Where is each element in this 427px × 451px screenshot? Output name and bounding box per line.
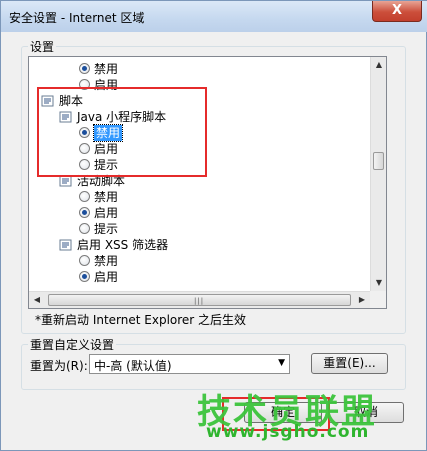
scroll-right-arrow-icon[interactable]: ▶ [354,292,370,308]
window-title: 安全设置 - Internet 区域 [9,11,145,25]
title-bar: 安全设置 - Internet 区域 [1,1,427,32]
radio-unchecked-icon[interactable] [79,255,90,266]
tree-item-label: 启用 [94,270,119,284]
tree-item-label: 提示 [94,222,119,236]
grip-icon: ||| [194,297,205,305]
tree-option[interactable]: 禁用 [79,189,118,205]
radio-checked-icon[interactable] [79,207,90,218]
security-level-select[interactable]: 中-高 (默认值) ▼ [89,354,290,374]
tree-item-label: 启用 [94,206,119,220]
tree-option[interactable]: 启用 [79,205,118,221]
reset-to-label: 重置为(R): [30,359,88,373]
chevron-down-icon: ▼ [278,358,285,368]
tree-item-label: 禁用 [94,62,119,76]
settings-group-legend: 设置 [28,38,57,55]
watermark-url: www.jsgho.com [206,422,370,442]
scroll-down-arrow-icon[interactable]: ▼ [371,275,386,291]
tree-item-label: 启用 XSS 筛选器 [77,238,169,252]
radio-checked-icon[interactable] [79,271,90,282]
reset-button[interactable]: 重置(E)... [311,353,388,374]
tree-item-label: 禁用 [94,190,119,204]
vertical-scrollbar[interactable]: ▲ ▼ [370,57,386,291]
tree-category[interactable]: 启用 XSS 筛选器 [59,237,168,253]
tree-option[interactable]: 禁用 [79,253,118,269]
scroll-up-arrow-icon[interactable]: ▲ [371,57,386,73]
security-level-value: 中-高 (默认值) [94,359,172,373]
scrollbar-corner [370,291,386,308]
tree-highlight-box [37,87,207,177]
radio-checked-icon[interactable] [79,63,90,74]
radio-unchecked-icon[interactable] [79,223,90,234]
tree-option[interactable]: 提示 [79,221,118,237]
close-button[interactable]: X [372,1,422,22]
tree-option[interactable]: 启用 [79,269,118,285]
scroll-left-arrow-icon[interactable]: ◀ [29,292,45,308]
restart-note: *重新启动 Internet Explorer 之后生效 [35,313,247,327]
tree-item-label: 禁用 [94,254,119,268]
reset-group-legend: 重置自定义设置 [28,336,117,353]
settings-category-icon [59,239,73,251]
horizontal-scroll-thumb[interactable]: ||| [48,294,351,306]
tree-option[interactable]: 禁用 [79,61,118,77]
horizontal-scrollbar[interactable]: ◀ ||| ▶ [29,291,370,308]
vertical-scroll-thumb[interactable] [373,152,384,170]
radio-unchecked-icon[interactable] [79,191,90,202]
